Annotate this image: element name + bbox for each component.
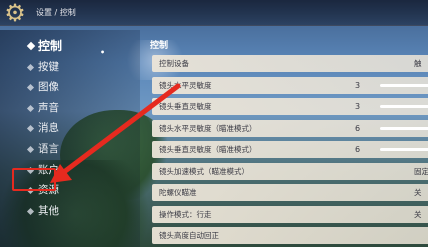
sensitivity-slider[interactable]: [380, 148, 428, 151]
setting-label: 镜头加速模式（瞄准模式）: [159, 166, 249, 176]
diamond-icon: [26, 63, 35, 71]
sidebar-item-graphics[interactable]: 图像: [20, 77, 130, 98]
settings-sidebar: 控制 • 按键 图像 声音 消息 语言 账户 资源 其他: [20, 36, 130, 221]
sidebar-item-keys[interactable]: 按键: [20, 57, 130, 78]
sidebar-item-audio[interactable]: 声音: [20, 98, 130, 119]
setting-row-camera-h-sensitivity[interactable]: 镜头水平灵敏度 3: [152, 76, 428, 94]
breadcrumb: 设置 / 控制: [36, 8, 76, 17]
sidebar-item-language[interactable]: 语言: [20, 139, 130, 160]
sidebar-item-label: 其他: [38, 204, 59, 217]
setting-value: 触: [414, 59, 422, 68]
sidebar-item-other[interactable]: 其他: [20, 201, 130, 222]
sidebar-item-label: 消息: [38, 122, 59, 135]
setting-label: 镜头水平灵敏度: [159, 80, 212, 90]
setting-row-aim-h-sensitivity[interactable]: 镜头水平灵敏度（瞄准模式） 6: [152, 119, 428, 137]
setting-label: 镜头垂直灵敏度: [159, 102, 212, 111]
setting-label: 镜头垂直灵敏度（瞄准模式）: [159, 145, 257, 154]
setting-value: 固定: [414, 166, 428, 176]
annotation-highlight-box: [12, 168, 56, 191]
sidebar-item-label: 图像: [38, 81, 59, 94]
setting-row-gyro-aim[interactable]: 陀螺仪瞄准 关: [152, 184, 428, 201]
setting-label: 陀螺仪瞄准: [159, 188, 197, 197]
setting-value: 3: [355, 80, 361, 90]
setting-row-camera-v-sensitivity[interactable]: 镜头垂直灵敏度 3: [152, 98, 428, 115]
setting-value: 关: [414, 188, 422, 197]
setting-value: 关: [414, 209, 422, 219]
sidebar-item-label: 声音: [38, 101, 59, 114]
diamond-icon: [26, 104, 35, 112]
setting-label: 镜头水平灵敏度（瞄准模式）: [159, 123, 257, 133]
panel-title: 控制: [150, 41, 169, 51]
sensitivity-slider[interactable]: [380, 105, 428, 108]
setting-row-aim-acceleration[interactable]: 镜头加速模式（瞄准模式） 固定: [152, 162, 428, 180]
setting-row-control-device[interactable]: 控制设备 触: [152, 55, 428, 72]
sidebar-item-label: 按键: [38, 60, 59, 73]
setting-label: 操作模式：行走: [159, 209, 212, 219]
sensitivity-slider[interactable]: [380, 83, 428, 87]
sidebar-item-messages[interactable]: 消息: [20, 118, 130, 139]
diamond-icon: [26, 84, 35, 92]
setting-value: 6: [355, 145, 361, 154]
diamond-icon: [26, 207, 35, 215]
sensitivity-slider[interactable]: [380, 126, 428, 130]
setting-label: 镜头高度自动回正: [159, 231, 219, 240]
setting-value: 3: [355, 102, 361, 111]
sidebar-item-control[interactable]: 控制 •: [20, 36, 130, 57]
gear-icon: ⚙: [4, 0, 26, 27]
setting-label: 控制设备: [159, 59, 189, 68]
settings-list: 控制设备 触 镜头水平灵敏度 3 镜头垂直灵敏度 3 镜头水平灵敏度（瞄准模式）…: [152, 55, 428, 247]
diamond-icon: [26, 145, 35, 154]
diamond-icon: [26, 41, 36, 51]
sidebar-item-label: 控制: [38, 39, 63, 53]
setting-row-aim-v-sensitivity[interactable]: 镜头垂直灵敏度（瞄准模式） 6: [152, 141, 428, 158]
setting-row-auto-recenter[interactable]: 镜头高度自动回正: [152, 227, 428, 244]
sidebar-item-label: 语言: [38, 142, 59, 155]
top-bar: ⚙ 设置 / 控制: [0, 0, 428, 26]
setting-row-walk-mode[interactable]: 操作模式：行走 关: [152, 205, 428, 223]
setting-value: 6: [355, 123, 361, 133]
diamond-icon: [26, 125, 35, 133]
